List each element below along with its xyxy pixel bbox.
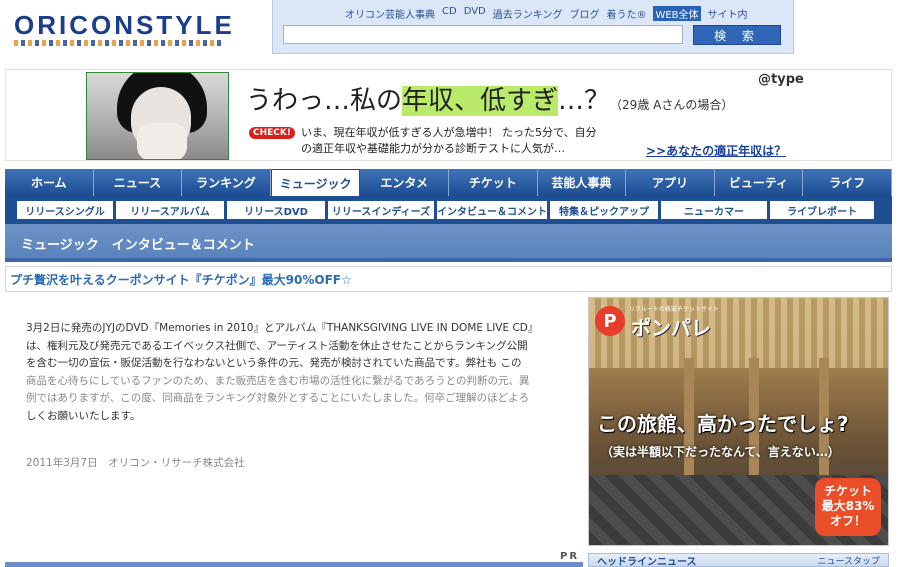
subtab-live-report[interactable]: ライブレポート [770, 201, 874, 219]
article-line: 3月2日に発売のJYJのDVD『Memories in 2010』とアルバム『T… [26, 322, 539, 334]
subtab-release-album[interactable]: リリースアルバム [116, 201, 224, 219]
search-panel: オリコン芸能人事典 CD DVD 過去ランキング ブログ 着うた® WEB全体 … [272, 0, 794, 54]
tab-encyclopedia[interactable]: 芸能人事典 [537, 169, 627, 196]
headline-news-title: ヘッドラインニュース [597, 556, 697, 567]
article-line: 商品を心待ちにしているファンのため、また販売店を含む市場の活性化に繋がるであろう… [26, 374, 530, 387]
discount-badge: チケット 最大83% オフ！ [815, 478, 881, 536]
tab-music[interactable]: ミュージック [270, 169, 361, 196]
section-title-bar: ミュージック インタビュー＆コメント [5, 224, 892, 262]
tab-beauty[interactable]: ビューティ [714, 169, 804, 196]
oricon-style-logo[interactable]: ORICONSTYLE [14, 10, 232, 50]
headline-news-more-link[interactable]: ニュースタップ [817, 554, 880, 567]
pr-strip-link[interactable]: プチ贅沢を叶えるクーポンサイト『チケポン』最大90%OFF☆ [5, 266, 892, 292]
banner-ad[interactable]: うわっ…私の年収、低すぎ…？（29歳 Aさんの場合） @type CHECK! … [5, 69, 892, 161]
search-link-past-ranking[interactable]: 過去ランキング [493, 6, 563, 21]
headline-news-header: ヘッドラインニュース ニュースタップ [588, 553, 889, 567]
subtab-interview[interactable]: インタビュー＆コメント [437, 201, 547, 219]
main-nav: ホーム ニュース ランキング ミュージック エンタメ チケット 芸能人事典 アプ… [5, 169, 892, 196]
check-badge: CHECK! [249, 127, 295, 139]
article-line: を含む一切の宣伝・販促活動を行なわないという条件の元、発売が検討されていた商品で… [26, 357, 522, 369]
article-line: 例ではありますが、この度、同商品をランキング対象外とすることにいたしました。何卒… [26, 392, 530, 404]
search-link-site[interactable]: サイト内 [708, 6, 748, 21]
search-link-encyclopedia[interactable]: オリコン芸能人事典 [345, 6, 435, 21]
subtab-release-dvd[interactable]: リリースDVD [227, 201, 325, 219]
banner-cta-link[interactable]: >>あなたの適正年収は？ [646, 142, 786, 159]
tab-news[interactable]: ニュース [93, 169, 183, 196]
ponpare-logo: P リクルートの格安チケットサイト ポンパレ [595, 302, 735, 342]
search-link-web[interactable]: WEB全体 [653, 6, 701, 21]
ponpare-brand: ポンパレ [631, 316, 711, 340]
subtab-release-single[interactable]: リリースシングル [17, 201, 113, 219]
banner-body: いま、現在年収が低すぎる人が急増中！ たった5分で、自分 の適正年収や基礎能力が… [301, 126, 597, 155]
search-links: オリコン芸能人事典 CD DVD 過去ランキング ブログ 着うた® WEB全体 … [345, 6, 748, 21]
search-button[interactable]: 検 索 [693, 25, 781, 45]
article-line: は、権利元及び発売元であるエイベックス社側で、アーティスト活動を休止させたことか… [26, 339, 528, 352]
article-body: 3月2日に発売のJYJのDVD『Memories in 2010』とアルバム『T… [26, 320, 556, 425]
ad-subline: （実は半額以下だったなんて、言えない…） [601, 445, 840, 459]
subtab-newcomer[interactable]: ニューカマー [661, 201, 767, 219]
logo-text: ORICONSTYLE [14, 10, 235, 40]
tab-ranking[interactable]: ランキング [182, 169, 271, 196]
search-link-blog[interactable]: ブログ [569, 6, 599, 21]
ad-headline: この旅館、高かったでしょ? [597, 412, 849, 436]
sub-nav: リリースシングル リリースアルバム リリースDVD リリースインディーズ インタ… [5, 196, 892, 224]
section-title: ミュージック インタビュー＆コメント [21, 237, 255, 253]
subtab-feature[interactable]: 特集＆ピックアップ [550, 201, 658, 219]
search-link-cd[interactable]: CD [442, 6, 457, 21]
pr-label: PR [560, 551, 580, 562]
article-date: 2011年3月7日 オリコン・リサーチ株式会社 [26, 457, 245, 469]
logo-dots [14, 40, 224, 46]
banner-photo [86, 72, 229, 160]
tab-home[interactable]: ホーム [5, 169, 94, 196]
bottom-bar [5, 562, 583, 567]
tab-entame[interactable]: エンタメ [360, 169, 449, 196]
ponpare-p-icon: P [595, 306, 625, 336]
search-input[interactable] [283, 25, 683, 44]
tab-ticket[interactable]: チケット [448, 169, 538, 196]
article-line: しくお願いいたします。 [26, 409, 141, 422]
tab-app[interactable]: アプリ [626, 169, 715, 196]
pr-strip-text: プチ贅沢を叶えるクーポンサイト『チケポン』最大90%OFF☆ [10, 272, 352, 287]
search-link-dvd[interactable]: DVD [464, 6, 486, 21]
banner-brand: @type [758, 72, 804, 87]
search-link-chakuuta[interactable]: 着うた® [606, 6, 646, 21]
subtab-release-indies[interactable]: リリースインディーズ [328, 201, 434, 219]
banner-headline: うわっ…私の年収、低すぎ…？（29歳 Aさんの場合） [246, 86, 734, 116]
tab-life[interactable]: ライフ [803, 169, 892, 196]
ponpare-ad[interactable]: P リクルートの格安チケットサイト ポンパレ この旅館、高かったでしょ? （実は… [588, 297, 889, 546]
